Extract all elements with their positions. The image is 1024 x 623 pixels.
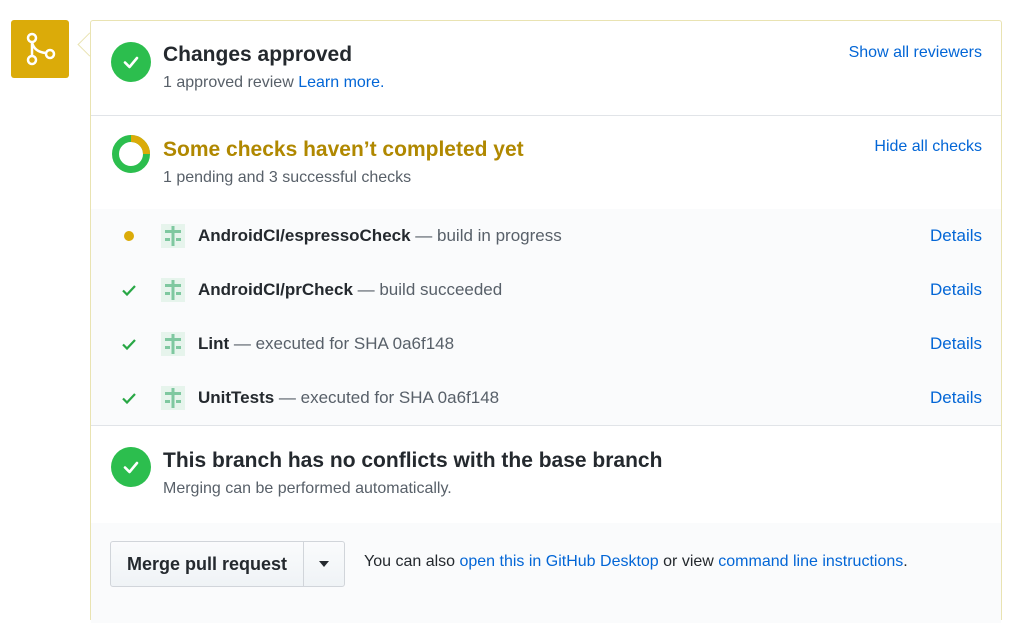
check-circle-icon [111,42,151,82]
check-description: — executed for SHA 0a6f148 [229,334,455,353]
hint-suffix: . [903,553,908,570]
checks-subtitle: 1 pending and 3 successful checks [163,169,412,186]
check-description: — executed for SHA 0a6f148 [274,388,500,407]
git-merge-icon [11,20,69,78]
pending-status-icon [119,226,139,246]
check-name: AndroidCI/prCheck [198,280,353,299]
conflicts-title: This branch has no conflicts with the ba… [163,449,663,472]
command-line-instructions-link[interactable]: command line instructions [718,553,903,570]
check-label: AndroidCI/prCheck — build succeeded [198,280,502,300]
ci-logo-icon [161,278,185,302]
checks-title: Some checks haven’t completed yet [163,138,524,161]
checks-summary-section: Some checks haven’t completed yet 1 pend… [91,115,1001,210]
check-name: UnitTests [198,388,275,407]
approval-count-text: 1 approved review [163,74,294,91]
ci-logo-icon [161,332,185,356]
caret-down-icon [319,561,330,567]
merge-hint: You can also open this in GitHub Desktop… [364,553,908,571]
check-row: AndroidCI/espressoCheck — build in progr… [91,209,1001,264]
learn-more-link[interactable]: Learn more. [298,74,384,91]
merge-button-group: Merge pull request [110,541,346,587]
check-icon [119,334,139,354]
approval-title: Changes approved [163,43,353,66]
check-row: AndroidCI/prCheck — build succeeded Deta… [91,263,1001,318]
merge-pull-request-button[interactable]: Merge pull request [111,542,305,586]
approval-section: Changes approved 1 approved review Learn… [91,21,1001,116]
merge-status-panel: Changes approved 1 approved review Learn… [90,20,1002,623]
check-row: UnitTests — executed for SHA 0a6f148 Det… [91,371,1001,426]
check-icon [119,388,139,408]
check-details-link[interactable]: Details [930,388,982,408]
approval-subtitle: 1 approved review Learn more. [163,74,384,92]
check-label: UnitTests — executed for SHA 0a6f148 [198,388,499,408]
check-circle-icon [111,447,151,487]
check-label: AndroidCI/espressoCheck — build in progr… [198,226,562,246]
check-name: Lint [198,334,230,353]
ci-logo-icon [161,224,185,248]
show-all-reviewers-link[interactable]: Show all reviewers [849,44,982,62]
conflicts-section: This branch has no conflicts with the ba… [91,425,1001,524]
conflicts-subtitle: Merging can be performed automatically. [163,480,452,497]
hint-middle: or view [658,553,719,570]
check-description: — build succeeded [352,280,503,299]
check-name: AndroidCI/espressoCheck [198,226,411,245]
hint-prefix: You can also [364,553,460,570]
check-label: Lint — executed for SHA 0a6f148 [198,334,454,354]
merge-options-dropdown[interactable] [304,542,344,586]
check-details-link[interactable]: Details [930,280,982,300]
ci-logo-icon [161,386,185,410]
hide-all-checks-link[interactable]: Hide all checks [874,138,982,156]
merge-section: Merge pull request You can also open thi… [91,523,1001,623]
check-row: Lint — executed for SHA 0a6f148 Details [91,317,1001,372]
check-description: — build in progress [410,226,562,245]
check-icon [119,280,139,300]
check-details-link[interactable]: Details [930,334,982,354]
progress-ring-icon [111,134,151,174]
open-github-desktop-link[interactable]: open this in GitHub Desktop [459,553,658,570]
check-details-link[interactable]: Details [930,226,982,246]
